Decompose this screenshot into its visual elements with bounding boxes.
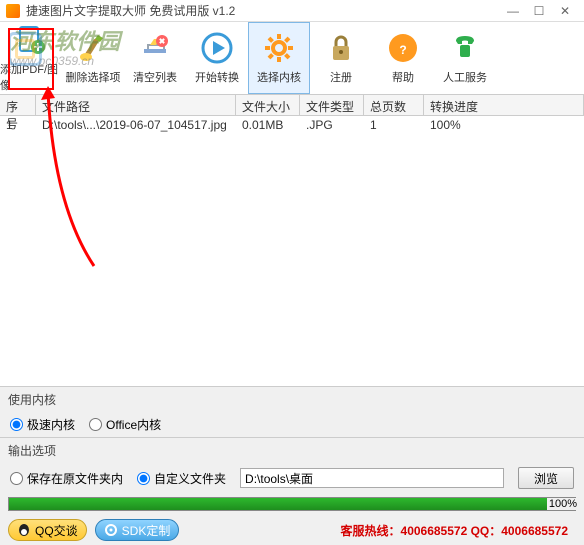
start-button[interactable]: 开始转换 — [186, 22, 248, 94]
cell-index: 1 — [0, 117, 36, 133]
app-icon — [6, 4, 20, 18]
table-header: 序号 文件路径 文件大小 文件类型 总页数 转换进度 — [0, 94, 584, 116]
service-label: 人工服务 — [443, 69, 487, 85]
gear-icon — [262, 31, 296, 65]
col-progress[interactable]: 转换进度 — [424, 95, 584, 115]
delete-button[interactable]: 删除选择项 — [62, 22, 124, 94]
add-file-label: 添加PDF/图像 — [0, 61, 62, 93]
clear-label: 清空列表 — [133, 69, 177, 85]
help-button[interactable]: ? 帮助 — [372, 22, 434, 94]
core-section-label: 使用内核 — [0, 386, 584, 412]
col-index[interactable]: 序号 — [0, 95, 36, 115]
hotline-text: 客服热线：4006685572 QQ：4006685572 — [341, 522, 568, 539]
custom-folder-label: 自定义文件夹 — [154, 470, 226, 487]
core-label: 选择内核 — [257, 69, 301, 85]
minimize-button[interactable]: — — [500, 0, 526, 22]
cell-size: 0.01MB — [236, 117, 300, 133]
office-core-label: Office内核 — [106, 416, 161, 433]
same-folder-radio[interactable] — [10, 472, 23, 485]
table-row[interactable]: 1 D:\tools\...\2019-06-07_104517.jpg 0.0… — [0, 116, 584, 134]
core-radio-row: 极速内核 Office内核 — [0, 412, 584, 437]
output-section-label: 输出选项 — [0, 437, 584, 463]
add-file-icon — [14, 23, 48, 57]
qq-label: QQ交谈 — [35, 522, 78, 539]
register-label: 注册 — [330, 69, 352, 85]
help-label: 帮助 — [392, 69, 414, 85]
qq-icon — [17, 523, 31, 537]
col-path[interactable]: 文件路径 — [36, 95, 236, 115]
delete-label: 删除选择项 — [66, 69, 121, 85]
col-pages[interactable]: 总页数 — [364, 95, 424, 115]
same-folder-label: 保存在原文件夹内 — [27, 470, 123, 487]
custom-folder-option[interactable]: 自定义文件夹 — [137, 470, 226, 487]
output-path-input[interactable] — [240, 468, 504, 488]
select-core-button[interactable]: 选择内核 — [248, 22, 310, 94]
col-type[interactable]: 文件类型 — [300, 95, 364, 115]
add-file-button[interactable]: 添加PDF/图像 — [0, 22, 62, 94]
sdk-label: SDK定制 — [122, 522, 171, 539]
table-body[interactable]: 1 D:\tools\...\2019-06-07_104517.jpg 0.0… — [0, 116, 584, 386]
fast-core-option[interactable]: 极速内核 — [10, 416, 75, 433]
start-label: 开始转换 — [195, 69, 239, 85]
maximize-button[interactable]: ☐ — [526, 0, 552, 22]
toolbar: 河东软件园 www.pc0359.cn 添加PDF/图像 删除选择项 清空列表 … — [0, 22, 584, 94]
progress-bar: 100% — [8, 497, 576, 511]
clear-button[interactable]: 清空列表 — [124, 22, 186, 94]
office-core-radio[interactable] — [89, 418, 102, 431]
brush-icon — [76, 31, 110, 65]
cell-type: .JPG — [300, 117, 364, 133]
svg-text:?: ? — [399, 43, 406, 57]
sdk-icon — [104, 523, 118, 537]
browse-button[interactable]: 浏览 — [518, 467, 574, 489]
window-title: 捷速图片文字提取大师 免费试用版 v1.2 — [26, 2, 500, 19]
office-core-option[interactable]: Office内核 — [89, 416, 161, 433]
fast-core-label: 极速内核 — [27, 416, 75, 433]
col-size[interactable]: 文件大小 — [236, 95, 300, 115]
footer: QQ交谈 SDK定制 客服热线：4006685572 QQ：4006685572 — [0, 515, 584, 545]
register-button[interactable]: 注册 — [310, 22, 372, 94]
qq-chat-button[interactable]: QQ交谈 — [8, 519, 87, 541]
phone-icon — [448, 31, 482, 65]
cell-path: D:\tools\...\2019-06-07_104517.jpg — [36, 117, 236, 133]
same-folder-option[interactable]: 保存在原文件夹内 — [10, 470, 123, 487]
lock-icon — [324, 31, 358, 65]
cell-progress: 100% — [424, 117, 584, 133]
custom-folder-radio[interactable] — [137, 472, 150, 485]
fast-core-radio[interactable] — [10, 418, 23, 431]
service-button[interactable]: 人工服务 — [434, 22, 496, 94]
title-bar: 捷速图片文字提取大师 免费试用版 v1.2 — ☐ ✕ — [0, 0, 584, 22]
close-button[interactable]: ✕ — [552, 0, 578, 22]
help-icon: ? — [386, 31, 420, 65]
clear-icon — [138, 31, 172, 65]
cell-pages: 1 — [364, 117, 424, 133]
sdk-button[interactable]: SDK定制 — [95, 519, 180, 541]
output-row: 保存在原文件夹内 自定义文件夹 浏览 — [0, 463, 584, 493]
play-icon — [200, 31, 234, 65]
